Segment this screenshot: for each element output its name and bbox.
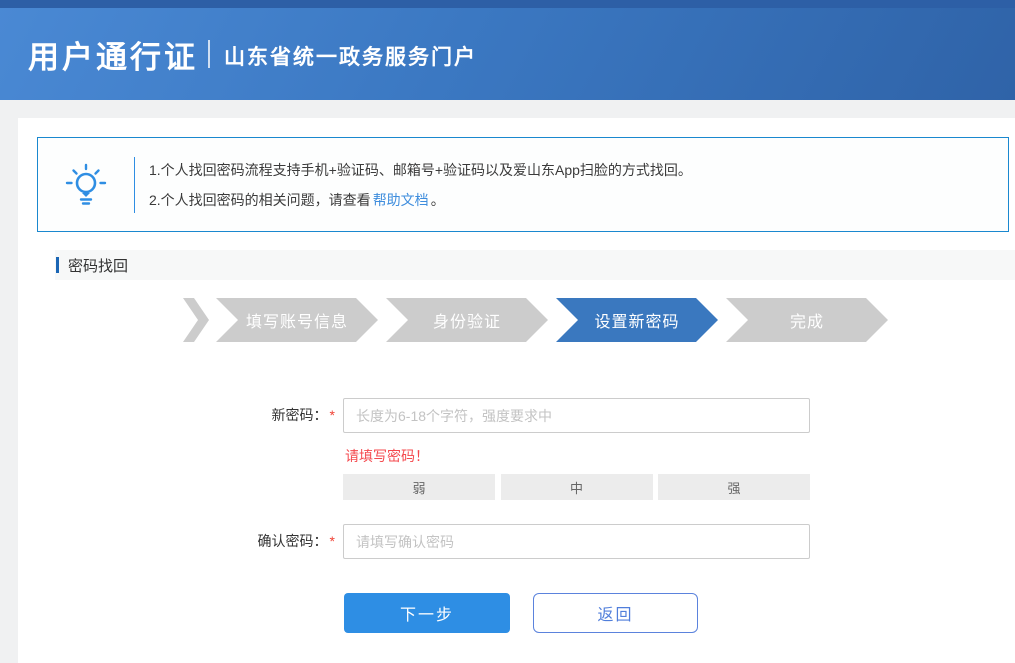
new-password-label: 新密码：* [37,398,335,433]
strength-strong: 强 [658,474,810,500]
header-top-strip [0,0,1015,8]
confirm-password-row: 确认密码：* [37,524,1015,559]
required-asterisk: * [330,407,335,423]
required-asterisk: * [330,533,335,549]
step-complete: 完成 [726,298,888,342]
password-form: 新密码：* 请填写密码！ 弱 中 强 确认密码：* 下一步 返回 [37,398,1015,633]
step-identity-verification: 身份验证 [386,298,548,342]
step-fill-account-info: 填写账号信息 [216,298,378,342]
notice-line-1: 1.个人找回密码流程支持手机+验证码、邮箱号+验证码以及爱山东App扫脸的方式找… [149,155,692,185]
back-button[interactable]: 返回 [533,593,698,633]
main-card: 1.个人找回密码流程支持手机+验证码、邮箱号+验证码以及爱山东App扫脸的方式找… [18,118,1015,663]
page-title: 用户通行证 [28,32,198,77]
app-header: 用户通行证 山东省统一政务服务门户 [0,0,1015,100]
confirm-password-label: 确认密码：* [37,524,335,559]
new-password-input[interactable] [343,398,810,433]
step-set-new-password: 设置新密码 [556,298,718,342]
next-step-button[interactable]: 下一步 [344,593,510,633]
form-actions: 下一步 返回 [344,593,1015,633]
notice-line-2-suffix: 。 [431,192,445,208]
strength-weak: 弱 [343,474,495,500]
password-strength-meter: 弱 中 强 [343,474,810,500]
lightbulb-icon [38,162,134,208]
notice-line-2-text: 2.个人找回密码的相关问题，请查看 [149,192,371,208]
title-divider [208,40,210,68]
password-error-message: 请填写密码！ [345,446,1015,466]
section-header-password-recovery: 密码找回 [55,250,1015,280]
confirm-password-input[interactable] [343,524,810,559]
portal-subtitle: 山东省统一政务服务门户 [224,37,477,71]
notice-box: 1.个人找回密码流程支持手机+验证码、邮箱号+验证码以及爱山东App扫脸的方式找… [37,137,1009,232]
notice-line-2: 2.个人找回密码的相关问题，请查看帮助文档。 [149,185,692,215]
strength-medium: 中 [501,474,653,500]
step-indicator: 填写账号信息 身份验证 设置新密码 完成 [183,298,1015,342]
help-doc-link[interactable]: 帮助文档 [373,192,429,208]
chevron-lead-icon [183,298,209,342]
section-accent-bar [56,257,59,273]
section-title: 密码找回 [68,255,128,276]
new-password-row: 新密码：* [37,398,1015,433]
